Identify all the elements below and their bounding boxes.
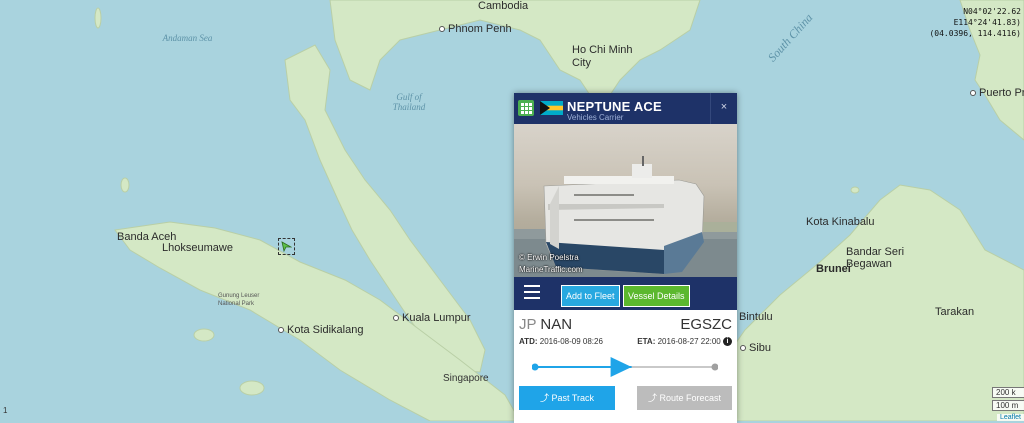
info-icon[interactable]: i: [723, 337, 732, 347]
leaflet-attribution[interactable]: Leaflet: [996, 414, 1024, 421]
forecast-icon: ⤴: [647, 393, 657, 403]
hamburger-menu-icon[interactable]: [524, 285, 540, 303]
map-label-brunei: Brunei: [816, 263, 851, 275]
map-label-bintulu: Bintulu: [739, 311, 773, 323]
past-track-button[interactable]: ⤴ Past Track: [519, 386, 615, 410]
close-button[interactable]: ×: [710, 93, 737, 124]
popup-action-bar: Add to Fleet Vessel Details: [514, 277, 737, 310]
track-icon: ⤴: [539, 393, 549, 403]
map-label-ho-chi-minh: Ho Chi Minh City: [572, 44, 633, 69]
map-label-cambodia: Cambodia: [478, 0, 529, 12]
add-to-fleet-button[interactable]: Add to Fleet: [561, 285, 620, 307]
vessel-details-button[interactable]: Vessel Details: [623, 285, 690, 307]
map-label-bandar-seri-begawan: Bandar Seri Begawan: [846, 246, 905, 270]
map-label-park: Gunung Leuser National Park: [218, 293, 260, 307]
origin-dot-icon: [532, 363, 539, 371]
map-label-kuala-lumpur: Kuala Lumpur: [393, 312, 471, 324]
destination-port: EGSZC: [680, 316, 732, 333]
scale-bar-mi: 100 m: [992, 400, 1024, 411]
city-dot-icon: [970, 90, 976, 97]
voyage-section: JP NAN EGSZC ATD: 2016-08-09 08:26 ETA: …: [514, 310, 737, 423]
map-land-layer: [94, 0, 1024, 421]
map-label-kota-sidikalang: Kota Sidikalang: [278, 324, 363, 336]
eta-value: 2016-08-27 22:00: [657, 337, 721, 346]
map-label-sibu: Sibu: [740, 342, 771, 354]
origin-country-code: JP: [519, 316, 537, 333]
water-label-andaman-sea: Andaman Sea: [162, 33, 213, 43]
map-label-tarakan: Tarakan: [935, 306, 975, 318]
popup-header: NEPTUNE ACE Vehicles Carrier ×: [514, 93, 737, 124]
city-dot-icon: [393, 315, 399, 322]
water-label-gulf-of-thailand: Gulf of Thailand: [392, 92, 426, 112]
map-label-kota-kinabalu: Kota Kinabalu: [806, 216, 875, 228]
atd-value: 2016-08-09 08:26: [539, 337, 603, 346]
map-area[interactable]: Cambodia Phnom Penh Ho Chi Minh City Ban…: [0, 0, 1024, 421]
vessel-photo[interactable]: © Erwin Poelstra MarineTraffic.com: [514, 124, 737, 277]
photo-credit-author: © Erwin Poelstra: [519, 253, 579, 262]
city-dot-icon: [439, 26, 445, 33]
cursor-coordinates: N04°02'22.62 E114°24'41.83) (04.0396, 11…: [929, 7, 1021, 38]
route-forecast-button[interactable]: ⤴ Route Forecast: [637, 386, 732, 410]
voyage-progress: [532, 357, 718, 377]
destination-dot-icon: [711, 363, 718, 371]
vessel-type: Vehicles Carrier: [567, 113, 624, 122]
vessel-marker[interactable]: [278, 238, 295, 255]
scale-bar-km: 200 k: [992, 387, 1024, 398]
map-label-puerto-princesa: Puerto Pri: [970, 87, 1024, 99]
origin-port: JP NAN: [519, 316, 573, 333]
vessel-popup: NEPTUNE ACE Vehicles Carrier × © Erwin P…: [514, 93, 737, 423]
map-small-mark: 1: [3, 406, 8, 415]
city-dot-icon: [740, 345, 746, 352]
eta-line: ETA: 2016-08-27 22:00 i: [637, 337, 732, 347]
grid-menu-icon[interactable]: [518, 100, 534, 116]
city-dot-icon: [278, 327, 284, 334]
bahamas-flag-icon: [540, 101, 563, 115]
vessel-position-arrow-icon: [610, 357, 632, 377]
map-label-lhokseumawe: Lhokseumawe: [162, 242, 233, 254]
ship-arrow-icon: [281, 241, 292, 252]
vessel-name: NEPTUNE ACE: [567, 99, 662, 114]
atd-line: ATD: 2016-08-09 08:26: [519, 337, 603, 346]
photo-credit-source: MarineTraffic.com: [519, 265, 583, 274]
map-label-singapore: Singapore: [443, 373, 489, 384]
map-label-phnom-penh: Phnom Penh: [439, 23, 512, 35]
